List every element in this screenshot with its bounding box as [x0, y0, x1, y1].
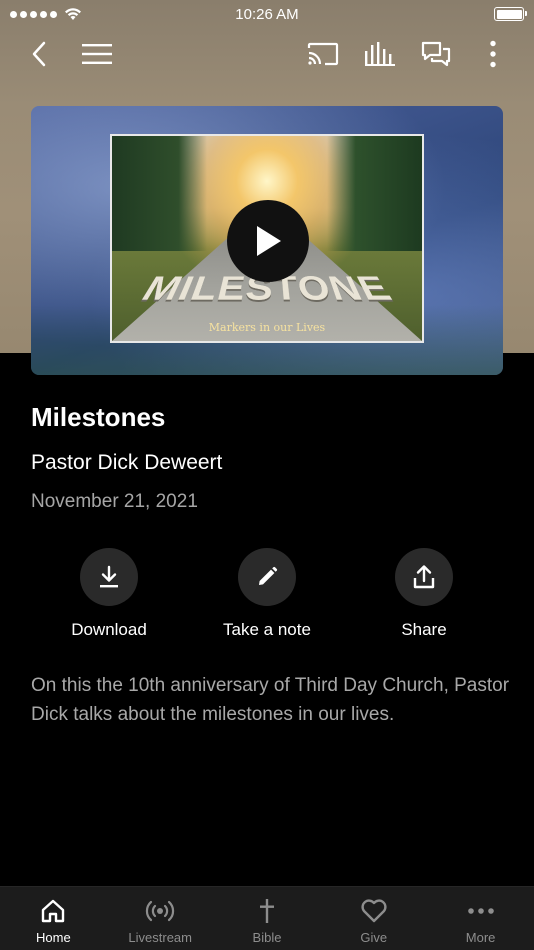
cast-icon [307, 42, 339, 66]
download-label: Download [71, 620, 147, 639]
sermon-title: Milestones [31, 402, 166, 432]
play-button[interactable] [227, 200, 309, 282]
sermon-description: On this the 10th anniversary of Third Da… [31, 675, 510, 725]
tab-bible-label: Bible [252, 930, 282, 945]
sermon-speaker: Pastor Dick Deweert [31, 451, 223, 474]
menu-button[interactable] [79, 36, 115, 72]
share-circle[interactable] [395, 548, 453, 606]
chat-icon [421, 41, 451, 67]
battery-icon [494, 7, 527, 21]
tab-give[interactable]: Give [320, 887, 427, 950]
status-time: 10:26 AM [235, 5, 299, 23]
download-circle[interactable] [80, 548, 138, 606]
cross-icon [259, 899, 274, 923]
tab-livestream[interactable]: Livestream [107, 887, 214, 950]
tab-home-label: Home [36, 930, 71, 945]
download-button[interactable]: Download [29, 548, 189, 640]
share-label: Share [401, 620, 447, 639]
take-note-label: Take a note [223, 620, 311, 639]
more-options-button[interactable] [475, 36, 511, 72]
thumbnail-subtitle: Markers in our Lives [208, 321, 326, 334]
tab-bar: Home Livestream Bible Give More [0, 886, 534, 950]
share-icon [413, 565, 435, 589]
share-button[interactable]: Share [344, 548, 504, 640]
more-vertical-icon [490, 40, 496, 68]
broadcast-icon [146, 900, 175, 922]
sermon-artwork[interactable]: MILESTONE Markers in our Lives [31, 106, 503, 375]
tab-bible[interactable]: Bible [214, 887, 321, 950]
pencil-icon [259, 566, 278, 585]
cast-button[interactable] [305, 36, 341, 72]
play-icon [257, 226, 281, 256]
take-note-button[interactable]: Take a note [187, 548, 347, 640]
trees-left [112, 136, 207, 251]
heart-icon [361, 899, 387, 923]
audio-button[interactable] [362, 36, 398, 72]
back-icon [32, 41, 46, 67]
trees-right [327, 136, 422, 251]
home-icon [42, 899, 65, 923]
chat-button[interactable] [418, 36, 454, 72]
download-icon [100, 565, 118, 588]
tab-more-label: More [465, 930, 496, 945]
tab-home[interactable]: Home [0, 887, 107, 950]
audio-bars-icon [365, 42, 395, 66]
sermon-date: November 21, 2021 [31, 491, 198, 512]
take-note-circle[interactable] [238, 548, 296, 606]
back-button[interactable] [21, 36, 57, 72]
tab-livestream-label: Livestream [128, 930, 192, 945]
menu-icon [82, 44, 112, 64]
tab-more[interactable]: More [427, 887, 534, 950]
status-bar: 10:26 AM [0, 0, 534, 28]
battery-level [496, 9, 522, 19]
tab-give-label: Give [360, 930, 388, 945]
nav-bar [0, 30, 534, 78]
more-horizontal-icon [467, 908, 494, 914]
